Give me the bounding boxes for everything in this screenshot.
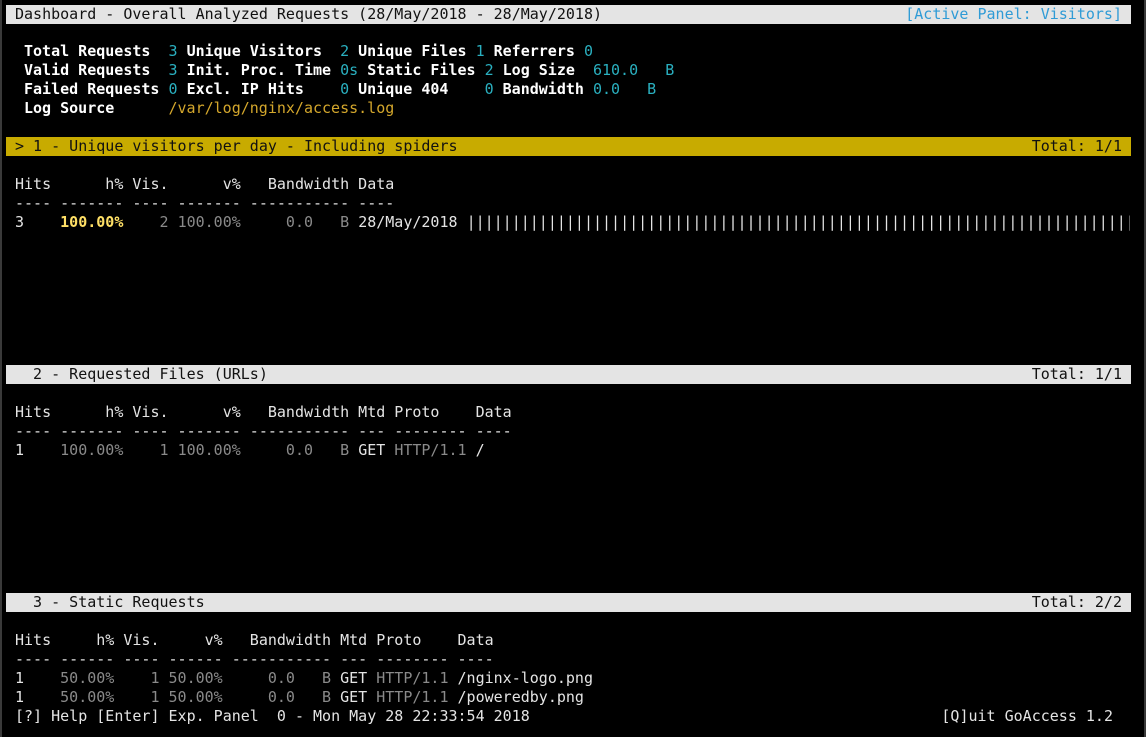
hits-percent-cell: 50.00% xyxy=(60,669,115,687)
panel-static-divider: ---- ------ ---- ------ ----------- --- … xyxy=(15,650,494,668)
excl-ip-value: 0 xyxy=(340,80,350,98)
bandwidth-value: 0.0 B xyxy=(592,80,657,98)
protocol-cell: HTTP/1.1 xyxy=(394,441,467,459)
footer-quit-version: [Q]uit GoAccess 1.2 xyxy=(941,707,1113,725)
overview-row-4: Log Source /var/log/nginx/access.log xyxy=(24,99,394,118)
panel-static-title: 3 - Static Requests xyxy=(15,593,205,611)
total-requests-value: 3 xyxy=(168,42,178,60)
url-cell: / xyxy=(466,441,485,459)
protocol-cell: HTTP/1.1 xyxy=(376,688,449,706)
log-size-value: 610.0 B xyxy=(592,61,675,79)
hits-cell: 1 xyxy=(15,669,61,687)
failed-requests-value: 0 xyxy=(168,80,178,98)
log-source-label: Log Source xyxy=(24,99,115,117)
table-row[interactable]: 1 50.00% 1 50.00% 0.0 B GET HTTP/1.1 /po… xyxy=(15,688,584,707)
init-proc-value: 0s xyxy=(340,61,359,79)
visitors-bar-graph: ||||||||||||||||||||||||||||||||||||||||… xyxy=(466,213,1130,231)
excl-ip-label: Excl. IP Hits xyxy=(186,80,304,98)
unique-404-label: Unique 404 xyxy=(358,80,449,98)
log-source-value: /var/log/nginx/access.log xyxy=(168,99,395,117)
unique-404-value: 0 xyxy=(484,80,494,98)
visitors-percent-cell: 100.00% xyxy=(177,441,241,459)
visitors-cell: 1 xyxy=(114,688,169,706)
url-cell: /nginx-logo.png xyxy=(448,669,593,687)
visitors-percent-cell: 50.00% xyxy=(168,669,223,687)
visitors-cell: 2 xyxy=(123,213,178,231)
visitors-cell: 1 xyxy=(123,441,178,459)
hits-percent-cell: 100.00% xyxy=(60,213,124,231)
goaccess-terminal: Dashboard - Overall Analyzed Requests (2… xyxy=(0,0,1146,737)
visitors-percent-cell: 100.00% xyxy=(177,213,241,231)
active-panel-indicator: [Active Panel: Visitors] xyxy=(905,5,1122,23)
table-row[interactable]: 1 100.00% 1 100.00% 0.0 B GET HTTP/1.1 / xyxy=(15,441,485,460)
failed-requests-label: Failed Requests xyxy=(24,80,160,98)
table-row[interactable]: 3 100.00% 2 100.00% 0.0 B 28/May/2018 ||… xyxy=(15,213,1130,232)
method-cell: GET xyxy=(340,688,377,706)
protocol-cell: HTTP/1.1 xyxy=(376,669,449,687)
init-proc-label: Init. Proc. Time xyxy=(186,61,332,79)
unique-files-value: 1 xyxy=(475,42,485,60)
bandwidth-label: Bandwidth xyxy=(502,80,584,98)
panel-visitors-total: Total: 1/1 xyxy=(1031,137,1122,155)
panel-static-columns: Hits h% Vis. v% Bandwidth Mtd Proto Data xyxy=(15,631,494,649)
referrers-value: 0 xyxy=(583,42,593,60)
dashboard-title: Dashboard - Overall Analyzed Requests (2… xyxy=(15,5,602,23)
overview-row-2: Valid Requests 3 Init. Proc. Time 0s Sta… xyxy=(24,61,674,80)
unique-visitors-label: Unique Visitors xyxy=(186,42,323,60)
panel-visitors-title: > 1 - Unique visitors per day - Includin… xyxy=(15,137,458,155)
terminal-left-edge xyxy=(0,0,2,737)
bandwidth-cell: 0.0 B xyxy=(240,441,359,459)
method-cell: GET xyxy=(340,669,377,687)
panel-requests-columns: Hits h% Vis. v% Bandwidth Mtd Proto Data xyxy=(15,403,512,421)
table-row[interactable]: 1 50.00% 1 50.00% 0.0 B GET HTTP/1.1 /ng… xyxy=(15,669,593,688)
panel-requests-title: 2 - Requested Files (URLs) xyxy=(15,365,268,383)
panel-requests-divider: ---- ------- ---- ------- ----------- --… xyxy=(15,422,512,440)
visitors-percent-cell: 50.00% xyxy=(168,688,223,706)
panel-static-total: Total: 2/2 xyxy=(1031,593,1122,611)
url-cell: /poweredby.png xyxy=(448,688,584,706)
date-cell: 28/May/2018 xyxy=(358,213,467,231)
bandwidth-cell: 0.0 B xyxy=(222,669,341,687)
hits-percent-cell: 50.00% xyxy=(60,688,115,706)
valid-requests-value: 3 xyxy=(168,61,178,79)
log-size-label: Log Size xyxy=(502,61,575,79)
static-files-label: Static Files xyxy=(367,61,476,79)
hits-percent-cell: 100.00% xyxy=(60,441,124,459)
footer-help-status: [?] Help [Enter] Exp. Panel 0 - Mon May … xyxy=(15,707,530,725)
static-files-value: 2 xyxy=(484,61,494,79)
total-requests-label: Total Requests xyxy=(24,42,151,60)
panel-static-header[interactable]: 3 - Static Requests Total: 2/2 xyxy=(6,593,1131,612)
visitors-cell: 1 xyxy=(114,669,169,687)
panel-visitors-columns: Hits h% Vis. v% Bandwidth Data xyxy=(15,175,395,193)
dashboard-header-bar: Dashboard - Overall Analyzed Requests (2… xyxy=(6,5,1131,24)
panel-requests-header[interactable]: 2 - Requested Files (URLs) Total: 1/1 xyxy=(6,365,1131,384)
hits-cell: 3 xyxy=(15,213,61,231)
bandwidth-cell: 0.0 B xyxy=(222,688,341,706)
hits-cell: 1 xyxy=(15,441,61,459)
referrers-label: Referrers xyxy=(493,42,575,60)
hits-cell: 1 xyxy=(15,688,61,706)
panel-visitors-header[interactable]: > 1 - Unique visitors per day - Includin… xyxy=(6,137,1131,156)
unique-visitors-value: 2 xyxy=(340,42,350,60)
valid-requests-label: Valid Requests xyxy=(24,61,151,79)
method-cell: GET xyxy=(358,441,395,459)
panel-requests-total: Total: 1/1 xyxy=(1031,365,1122,383)
overview-row-3: Failed Requests 0 Excl. IP Hits 0 Unique… xyxy=(24,80,656,99)
bandwidth-cell: 0.0 B xyxy=(240,213,359,231)
unique-files-label: Unique Files xyxy=(358,42,467,60)
panel-visitors-divider: ---- ------- ---- ------- ----------- --… xyxy=(15,194,395,212)
overview-row-1: Total Requests 3 Unique Visitors 2 Uniqu… xyxy=(24,42,593,61)
